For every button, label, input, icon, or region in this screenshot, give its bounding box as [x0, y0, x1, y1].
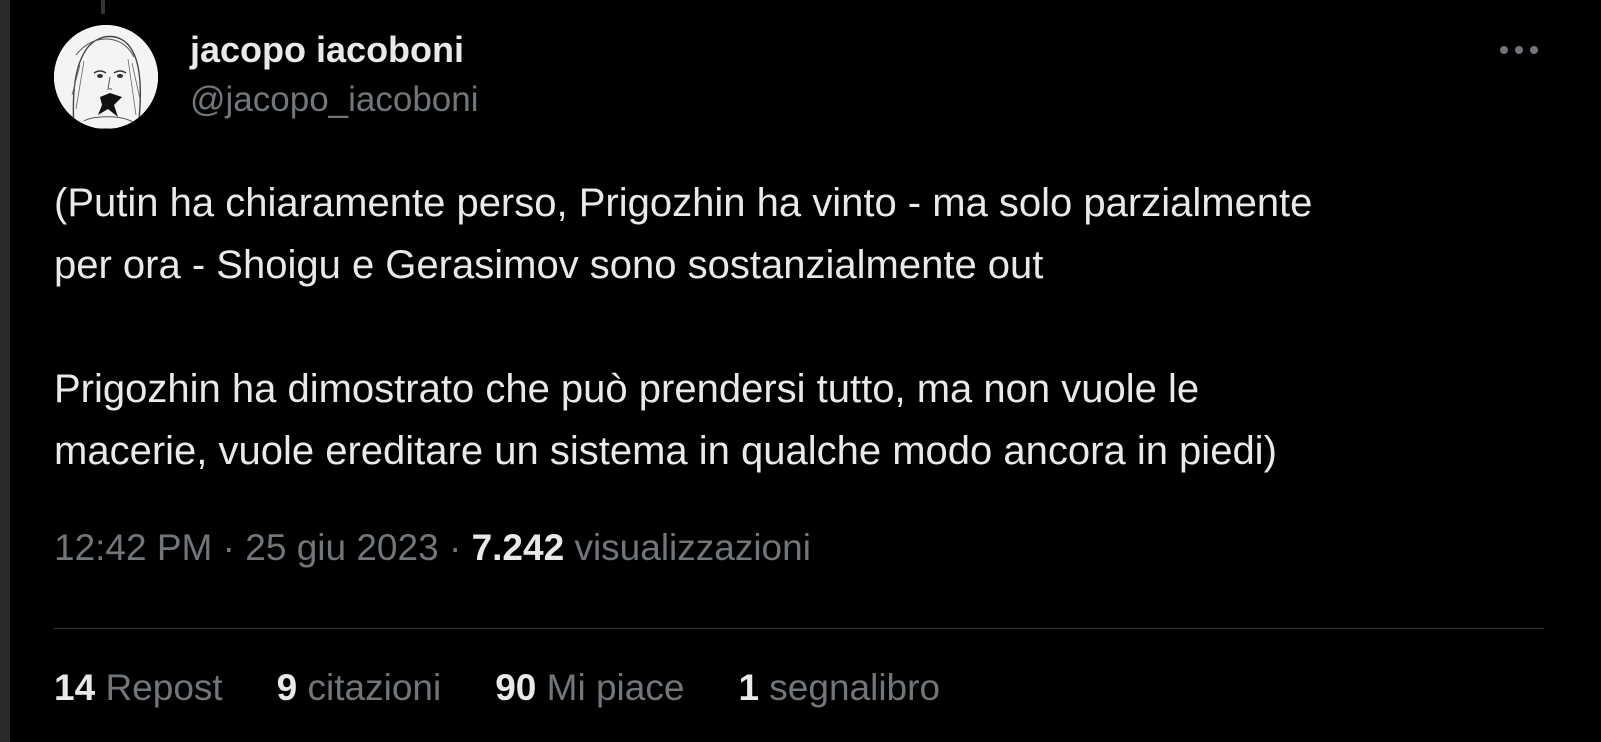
stat-quotes[interactable]: 9 citazioni — [277, 664, 442, 712]
views-count: 7.242 — [471, 527, 565, 568]
sketch-portrait-avatar-icon — [54, 25, 158, 129]
bookmarks-count: 1 — [738, 667, 760, 708]
reposts-count: 14 — [54, 667, 96, 708]
tweet-time[interactable]: 12:42 PM — [54, 527, 212, 568]
thread-connector-line — [101, 0, 105, 14]
meta-separator: · — [448, 527, 462, 568]
author-display-name[interactable]: jacopo iacoboni — [190, 28, 479, 72]
author-handle[interactable]: @jacopo_iacoboni — [190, 78, 479, 122]
reposts-label: Repost — [105, 667, 223, 708]
stat-reposts[interactable]: 14 Repost — [54, 664, 223, 712]
quotes-count: 9 — [276, 667, 298, 708]
meta-separator: · — [222, 527, 235, 568]
bookmarks-label: segnalibro — [769, 667, 941, 708]
views-label: visualizzazioni — [574, 527, 811, 568]
stat-bookmarks[interactable]: 1 segnalibro — [738, 664, 940, 712]
tweet-metadata: 12:42 PM · 25 giu 2023 · 7.242 visualizz… — [54, 524, 811, 572]
tweet-text: (Putin ha chiaramente perso, Prigozhin h… — [54, 181, 1313, 473]
more-options-button[interactable] — [1496, 34, 1544, 66]
more-horizontal-icon — [1500, 46, 1538, 54]
divider — [54, 628, 1544, 629]
window-left-edge — [0, 0, 10, 742]
likes-count: 90 — [495, 667, 537, 708]
tweet-date[interactable]: 25 giu 2023 — [245, 527, 438, 568]
stat-likes[interactable]: 90 Mi piace — [495, 664, 684, 712]
likes-label: Mi piace — [546, 667, 685, 708]
engagement-stats: 14 Repost 9 citazioni 90 Mi piace 1 segn… — [54, 664, 994, 712]
avatar[interactable] — [54, 25, 158, 129]
user-info: jacopo iacoboni @jacopo_iacoboni — [190, 28, 479, 122]
quotes-label: citazioni — [307, 667, 442, 708]
